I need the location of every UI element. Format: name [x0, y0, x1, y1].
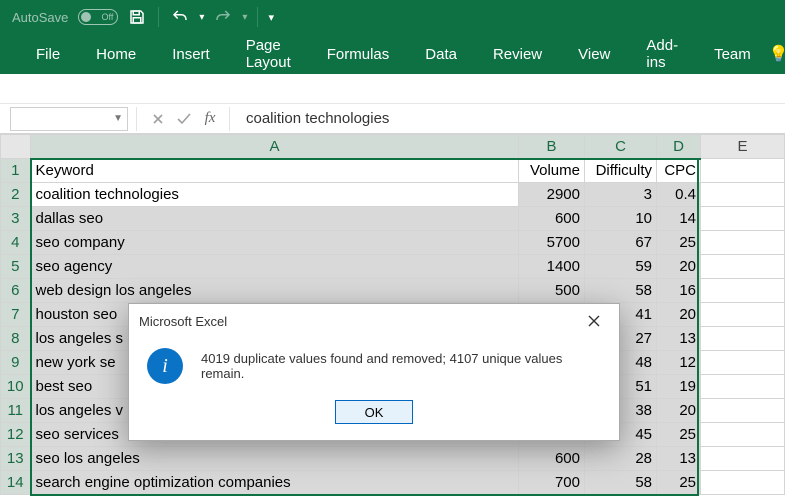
dialog-title-bar: Microsoft Excel	[129, 304, 619, 338]
dialog-message: 4019 duplicate values found and removed;…	[201, 351, 601, 381]
close-icon[interactable]	[579, 306, 609, 336]
dialog-title: Microsoft Excel	[139, 314, 227, 329]
message-dialog: Microsoft Excel i 4019 duplicate values …	[128, 303, 620, 441]
ok-button[interactable]: OK	[335, 400, 413, 424]
info-icon: i	[147, 348, 183, 384]
dialog-backdrop: Microsoft Excel i 4019 duplicate values …	[0, 0, 785, 503]
